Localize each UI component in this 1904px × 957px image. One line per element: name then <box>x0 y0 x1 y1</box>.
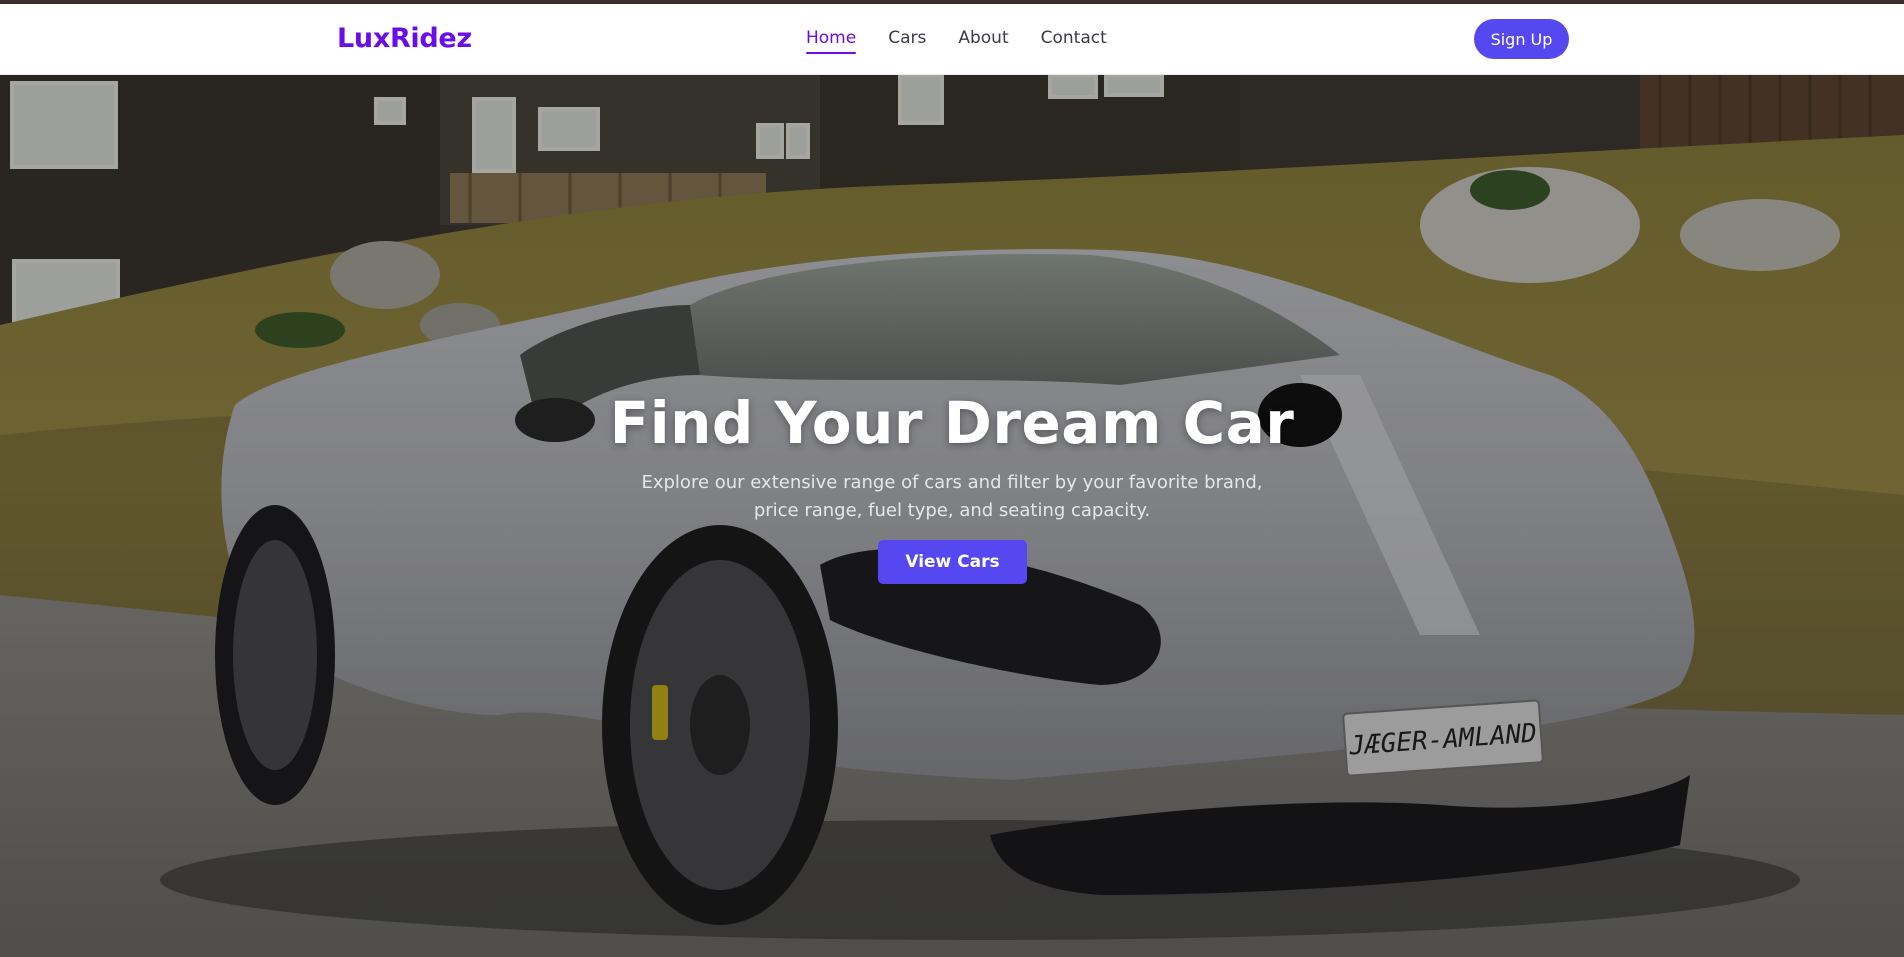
navbar: LuxRidez Home Cars About Contact Sign Up <box>0 4 1904 75</box>
hero-section: JÆGER-AMLAND Find Your Dream Car Explore… <box>0 75 1904 957</box>
hero-subtitle: Explore our extensive range of cars and … <box>641 472 1263 521</box>
nav-links: Home Cars About Contact <box>806 28 1107 54</box>
nav-link-home[interactable]: Home <box>806 28 857 54</box>
hero-content: Find Your Dream Car Explore our extensiv… <box>0 75 1904 957</box>
nav-link-cars[interactable]: Cars <box>888 28 926 54</box>
signup-button[interactable]: Sign Up <box>1474 19 1569 59</box>
hero-title: Find Your Dream Car <box>609 389 1295 457</box>
nav-link-about[interactable]: About <box>958 28 1008 54</box>
view-cars-button[interactable]: View Cars <box>878 540 1027 584</box>
brand-logo[interactable]: LuxRidez <box>337 23 472 54</box>
nav-link-contact[interactable]: Contact <box>1041 28 1107 54</box>
